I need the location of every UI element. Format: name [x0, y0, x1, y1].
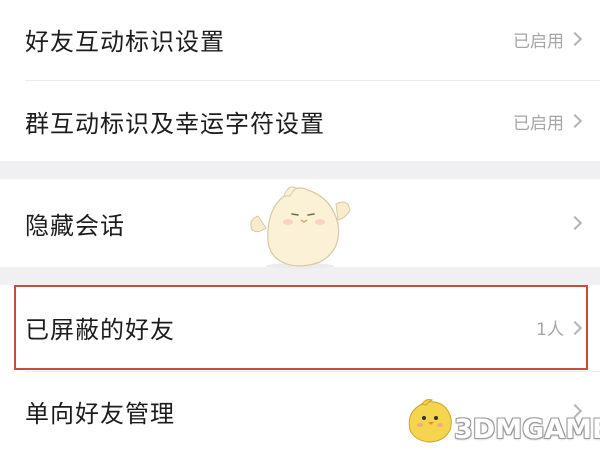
section-gap [0, 161, 600, 179]
round-bird-mascot-icon [250, 186, 351, 269]
highlight-box [14, 285, 588, 370]
settings-item-label: 群互动标识及幸运字符设置 [25, 109, 325, 138]
settings-item-status: 已启用 [513, 31, 564, 52]
settings-item-label: 好友互动标识设置 [25, 27, 225, 56]
settings-item-value-group: 已启用 [513, 81, 583, 161]
chevron-right-icon [567, 215, 583, 231]
settings-item-friend-interaction[interactable]: 好友互动标识设置 已启用 [0, 0, 600, 78]
watermark-text: 3DMGAME [454, 414, 600, 445]
settings-item-label: 单向好友管理 [25, 399, 175, 428]
settings-item-status: 已启用 [513, 113, 564, 134]
chevron-right-icon [567, 113, 583, 129]
settings-item-group-interaction[interactable]: 群互动标识及幸运字符设置 已启用 [0, 81, 600, 161]
chick-mascot-icon [408, 399, 452, 443]
chevron-right-icon [567, 31, 583, 47]
settings-item-label: 隐藏会话 [25, 211, 125, 240]
settings-item-value-group: 已启用 [513, 0, 583, 78]
settings-item-value-group [567, 179, 583, 267]
